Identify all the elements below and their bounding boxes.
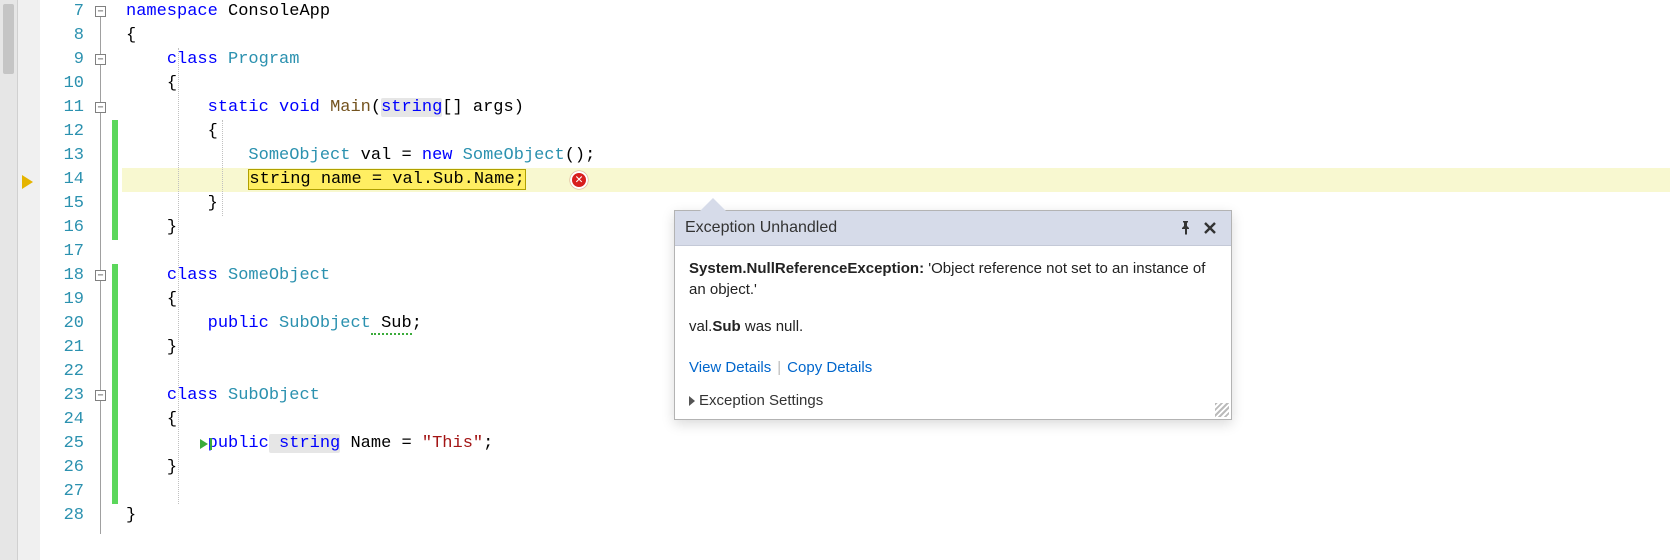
field-name: Sub [371, 314, 412, 335]
fold-toggle-icon[interactable]: − [95, 102, 106, 113]
current-statement-arrow-icon [22, 175, 33, 189]
keyword: namespace [126, 2, 218, 21]
view-details-link[interactable]: View Details [689, 359, 771, 376]
line-number: 27 [40, 480, 84, 504]
line-number: 28 [40, 504, 84, 528]
line-number: 26 [40, 456, 84, 480]
exception-null-detail: val.Sub was null. [689, 318, 1217, 335]
line-number-gutter: 7891011121314151617181920212223242526272… [40, 0, 90, 560]
line-number: 18 [40, 264, 84, 288]
line-number: 12 [40, 120, 84, 144]
line-number: 23 [40, 384, 84, 408]
type-name: Program [228, 50, 299, 69]
exception-settings-label: Exception Settings [699, 392, 823, 409]
method-name: Main [330, 98, 371, 117]
code-editor[interactable]: 7891011121314151617181920212223242526272… [0, 0, 1670, 560]
line-number: 15 [40, 192, 84, 216]
code-line[interactable]: { [122, 24, 1670, 48]
change-marker [112, 120, 118, 240]
code-line[interactable]: static void Main(string[] args) [122, 96, 1670, 120]
type-name: SubObject [269, 314, 371, 333]
keyword: string [269, 434, 340, 453]
keyword: void [279, 98, 320, 117]
current-statement-highlight: string name = val.Sub.Name; [248, 169, 525, 190]
code-area[interactable]: namespace ConsoleApp { class Program { s… [122, 0, 1670, 560]
resize-grip-icon[interactable] [1215, 403, 1229, 417]
link-separator: | [771, 359, 787, 376]
run-to-click-bar-icon [210, 438, 212, 450]
line-number: 11 [40, 96, 84, 120]
exception-links: View Details|Copy Details [675, 359, 1231, 386]
exception-type: System.NullReferenceException: [689, 260, 924, 277]
close-icon[interactable] [1199, 217, 1221, 239]
fold-toggle-icon[interactable]: − [95, 390, 106, 401]
keyword: class [167, 386, 218, 405]
popup-callout-tip-icon [700, 198, 726, 211]
change-tracking-margin [112, 0, 122, 560]
type-name: SomeObject [248, 146, 350, 165]
keyword: class [167, 266, 218, 285]
string-literal: "This" [422, 434, 483, 453]
keyword: static [208, 98, 269, 117]
exception-popup-header[interactable]: Exception Unhandled [675, 211, 1231, 246]
keyword: new [422, 146, 453, 165]
keyword: class [167, 50, 218, 69]
keyword: public [208, 314, 269, 333]
line-number: 16 [40, 216, 84, 240]
line-number: 7 [40, 0, 84, 24]
type-name: SubObject [228, 386, 320, 405]
error-icon[interactable] [570, 171, 588, 189]
code-line[interactable]: SomeObject val = new SomeObject(); [122, 144, 1670, 168]
line-number: 24 [40, 408, 84, 432]
exception-popup-body: System.NullReferenceException: 'Object r… [675, 246, 1231, 359]
fold-toggle-icon[interactable]: − [95, 54, 106, 65]
change-marker [112, 264, 118, 504]
code-line[interactable]: namespace ConsoleApp [122, 0, 1670, 24]
line-number: 21 [40, 336, 84, 360]
fold-toggle-icon[interactable]: − [95, 270, 106, 281]
exception-settings-expander[interactable]: Exception Settings [675, 386, 1231, 419]
code-line[interactable]: { [122, 72, 1670, 96]
line-number: 10 [40, 72, 84, 96]
code-line[interactable]: string name = val.Sub.Name; [122, 168, 1670, 192]
namespace-name: ConsoleApp [228, 2, 330, 21]
type-name: SomeObject [452, 146, 564, 165]
exception-message: System.NullReferenceException: 'Object r… [689, 258, 1217, 300]
overview-ruler[interactable] [0, 0, 18, 560]
line-number: 8 [40, 24, 84, 48]
pin-icon[interactable] [1175, 217, 1197, 239]
line-number: 25 [40, 432, 84, 456]
line-number: 9 [40, 48, 84, 72]
code-line[interactable]: class Program [122, 48, 1670, 72]
type-name: SomeObject [228, 266, 330, 285]
expand-triangle-icon [689, 396, 695, 406]
line-number: 17 [40, 240, 84, 264]
keyword: string [381, 98, 442, 117]
field-name: Name [340, 434, 401, 453]
outlining-margin[interactable]: − − − − − [90, 0, 112, 560]
copy-details-link[interactable]: Copy Details [787, 359, 872, 376]
breakpoint-margin[interactable] [18, 0, 40, 560]
line-number: 20 [40, 312, 84, 336]
exception-helper-popup[interactable]: Exception Unhandled System.NullReference… [674, 210, 1232, 420]
code-line[interactable] [122, 480, 1670, 504]
code-line[interactable]: } [122, 504, 1670, 528]
code-line[interactable]: public string Name = "This"; [122, 432, 1670, 456]
exception-popup-title: Exception Unhandled [685, 219, 1173, 237]
code-line[interactable]: } [122, 456, 1670, 480]
fold-toggle-icon[interactable]: − [95, 6, 106, 17]
keyword: public [208, 434, 269, 453]
code-line[interactable]: { [122, 120, 1670, 144]
run-to-click-icon[interactable] [200, 439, 208, 449]
line-number: 13 [40, 144, 84, 168]
line-number: 22 [40, 360, 84, 384]
line-number: 14 [40, 168, 84, 192]
line-number: 19 [40, 288, 84, 312]
